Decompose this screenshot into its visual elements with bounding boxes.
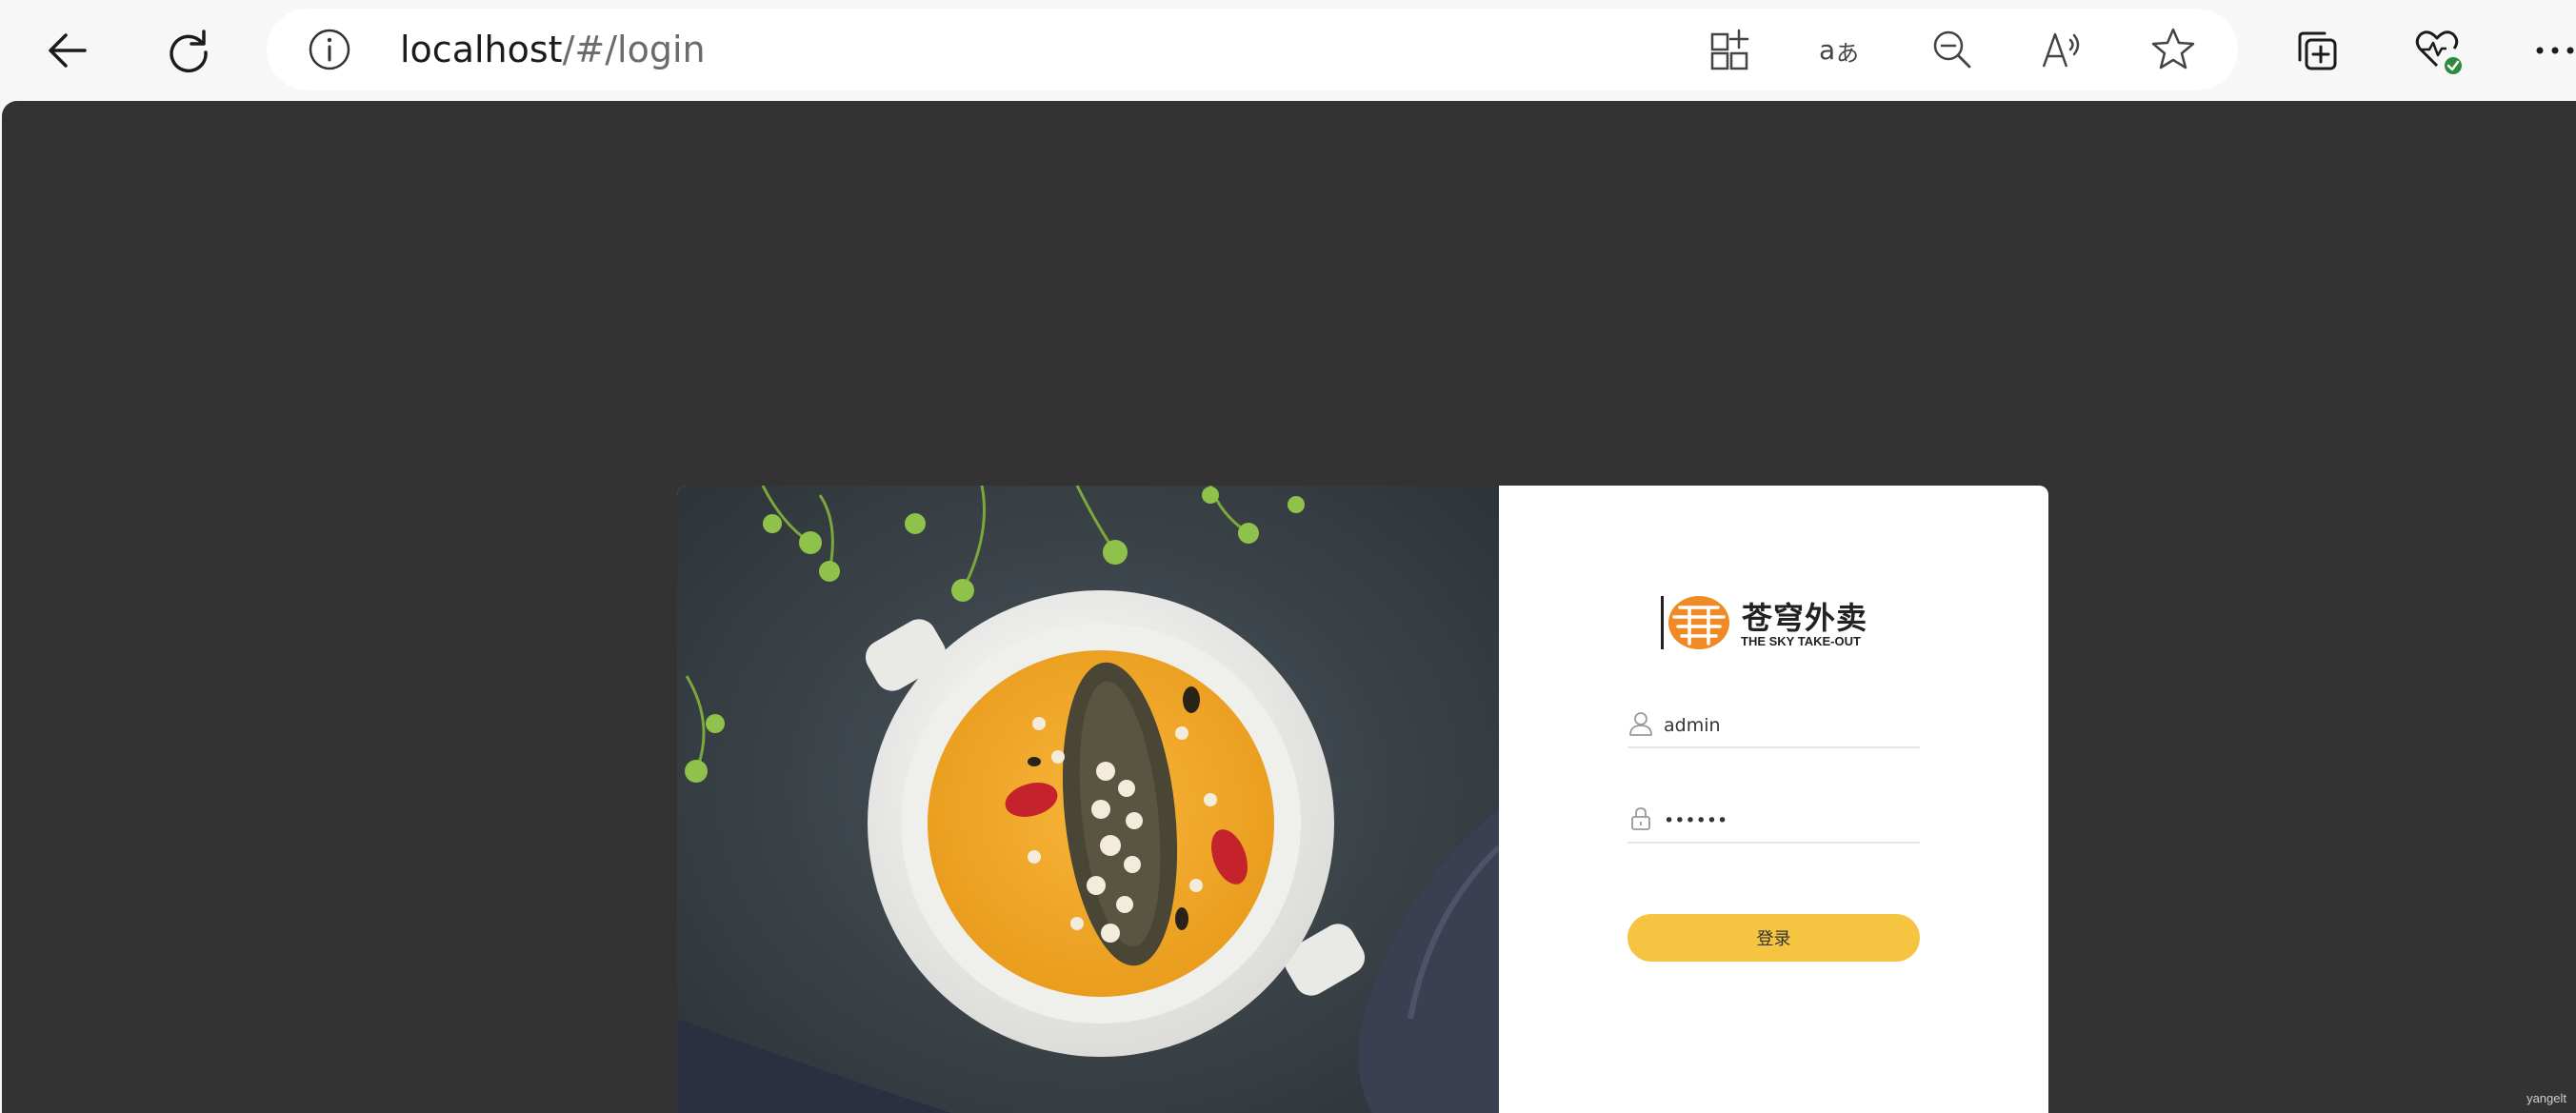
lock-icon <box>1631 807 1650 830</box>
read-aloud-icon <box>2042 32 2080 68</box>
star-icon <box>2151 28 2195 70</box>
url-path: /#/login <box>562 29 706 70</box>
app-available-button[interactable] <box>1707 25 1756 74</box>
watermark-text: yangelt <box>2526 1091 2566 1105</box>
info-icon[interactable] <box>307 27 352 72</box>
collections-icon <box>2298 31 2337 70</box>
username-field <box>1627 706 1920 748</box>
refresh-button[interactable] <box>155 17 222 84</box>
address-bar[interactable]: localhost/#/login a あ <box>267 9 2238 90</box>
more-dots-icon <box>2536 47 2574 54</box>
zoom-out-icon <box>1933 30 1971 69</box>
password-input[interactable] <box>1664 802 1911 840</box>
zoom-out-button[interactable] <box>1927 25 1977 74</box>
more-menu-button[interactable] <box>2522 17 2576 84</box>
logo: 苍穹外卖 THE SKY TAKE-OUT <box>1661 592 1870 653</box>
svg-text:a: a <box>1819 34 1835 66</box>
back-button[interactable] <box>34 17 101 84</box>
logo-icon <box>1661 596 1729 649</box>
login-button[interactable]: 登录 <box>1627 914 1920 962</box>
user-icon <box>1629 712 1652 736</box>
logo-english-text: THE SKY TAKE-OUT <box>1741 634 1861 648</box>
browser-essentials-button[interactable] <box>2404 17 2470 84</box>
translate-button[interactable]: a あ <box>1817 25 1867 74</box>
heart-pulse-icon <box>2415 30 2462 74</box>
svg-text:あ: あ <box>1836 40 1859 67</box>
login-form: 苍穹外卖 THE SKY TAKE-OUT 登录 <box>1499 486 2048 1113</box>
page-viewport: 苍穹外卖 THE SKY TAKE-OUT 登录 yan <box>2 101 2576 1113</box>
apps-add-icon <box>1710 29 1749 70</box>
collections-button[interactable] <box>2284 17 2350 84</box>
url-host: localhost <box>400 29 563 70</box>
arrow-left-icon <box>49 33 87 68</box>
read-aloud-button[interactable] <box>2038 25 2087 74</box>
refresh-icon <box>170 30 208 73</box>
url-text[interactable]: localhost/#/login <box>400 9 706 90</box>
password-field <box>1627 802 1920 844</box>
login-card: 苍穹外卖 THE SKY TAKE-OUT 登录 <box>677 486 2048 1113</box>
browser-toolbar: localhost/#/login a あ <box>0 0 2576 101</box>
logo-chinese-text: 苍穹外卖 <box>1742 600 1868 636</box>
username-input[interactable] <box>1664 706 1911 745</box>
translate-icon: a あ <box>1819 34 1859 67</box>
food-image <box>677 486 1499 1113</box>
favorite-button[interactable] <box>2148 25 2198 74</box>
